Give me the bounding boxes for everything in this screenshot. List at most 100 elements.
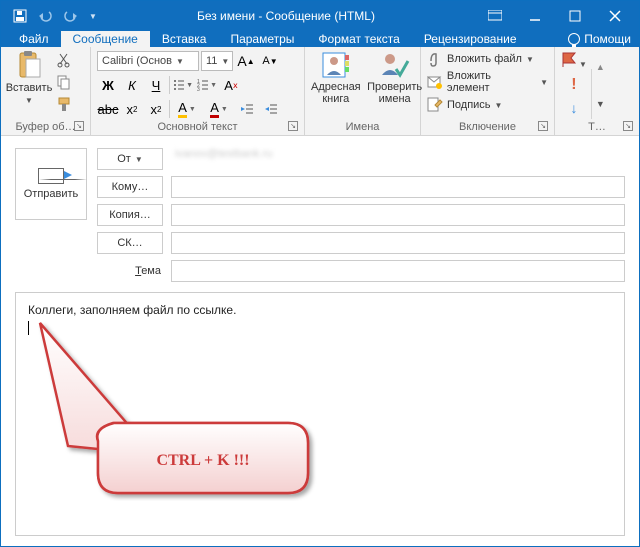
chevron-down-icon: ▼ — [186, 82, 193, 89]
redo-icon[interactable] — [63, 7, 81, 25]
importance-low-button[interactable]: ↓ — [570, 100, 577, 116]
tab-help[interactable]: Помощи — [556, 31, 639, 47]
signature-button[interactable]: Подпись▼ — [427, 97, 548, 113]
chevron-down-icon: ▼ — [221, 57, 229, 66]
chevron-down-icon: ▼ — [189, 106, 196, 113]
attach-item-label: Вложить элемент — [447, 70, 536, 94]
tags-launcher-icon[interactable]: ↘ — [623, 121, 633, 131]
include-group-label: Включение — [459, 121, 516, 133]
paste-label: Вставить — [6, 83, 53, 94]
attach-file-label: Вложить файл — [447, 53, 522, 65]
message-body[interactable]: Коллеги, заполняем файл по ссылке. CTRL … — [15, 292, 625, 536]
numbering-button[interactable]: 123▼ — [196, 75, 218, 95]
minimize-icon[interactable] — [515, 1, 555, 31]
bcc-input[interactable] — [171, 232, 625, 254]
follow-up-button[interactable]: ▼ — [561, 51, 587, 70]
to-input[interactable] — [171, 176, 625, 198]
font-color-button[interactable]: А▼ — [204, 99, 234, 119]
clipboard-group-label: Буфер об… — [15, 121, 75, 133]
tab-options[interactable]: Параметры — [218, 31, 306, 47]
ribbon-tabs: Файл Сообщение Вставка Параметры Формат … — [1, 31, 639, 47]
chevron-up-icon[interactable]: ▲ — [596, 62, 605, 72]
window-controls — [475, 1, 635, 31]
from-button[interactable]: От▼ — [97, 148, 163, 170]
tab-file[interactable]: Файл — [7, 31, 61, 47]
chevron-down-icon[interactable]: ▼ — [596, 99, 605, 109]
clear-formatting-button[interactable]: Aⅹ — [220, 75, 242, 95]
tab-review[interactable]: Рецензирование — [412, 31, 529, 47]
to-button[interactable]: Кому… — [97, 176, 163, 198]
names-group-label: Имена — [311, 119, 414, 133]
bold-button[interactable]: Ж — [97, 75, 119, 95]
clipboard-launcher-icon[interactable]: ↘ — [74, 121, 84, 131]
close-icon[interactable] — [595, 1, 635, 31]
tab-insert[interactable]: Вставка — [150, 31, 219, 47]
attach-file-button[interactable]: Вложить файл▼ — [427, 51, 548, 67]
paste-dropdown-icon: ▼ — [25, 96, 33, 105]
copy-icon[interactable] — [55, 73, 73, 91]
grow-font-button[interactable]: A▲ — [235, 51, 257, 71]
highlight-glyph: А — [178, 100, 187, 118]
paste-button[interactable]: Вставить ▼ — [7, 51, 51, 105]
font-name-select[interactable]: Calibri (Основ▼ — [97, 51, 199, 71]
help-label: Помощи — [584, 32, 631, 46]
italic-button[interactable]: К — [121, 75, 143, 95]
clipboard-icon — [15, 51, 43, 81]
strikethrough-button[interactable]: abc — [97, 99, 119, 119]
chevron-down-icon: ▼ — [210, 82, 217, 89]
app-window: ▼ Без имени - Сообщение (HTML) Файл Сооб… — [0, 0, 640, 547]
font-size-select[interactable]: 11 ▼ — [201, 51, 233, 71]
undo-icon[interactable] — [37, 7, 55, 25]
mail-headers: Отправить От▼ ivanov@testbank.ru Кому… К… — [15, 148, 625, 282]
font-color-glyph: А — [210, 100, 219, 118]
superscript-button[interactable]: x2 — [145, 99, 167, 119]
signature-label: Подпись — [447, 99, 491, 111]
attach-item-button[interactable]: Вложить элемент ▼ — [427, 70, 548, 94]
highlight-button[interactable]: А▼ — [172, 99, 202, 119]
qatools-dropdown-icon[interactable]: ▼ — [89, 12, 97, 21]
subscript-button[interactable]: x2 — [121, 99, 143, 119]
sub-mark: 2 — [133, 105, 137, 114]
bullets-button[interactable]: ▼ — [172, 75, 194, 95]
from-value: ivanov@testbank.ru — [171, 148, 625, 170]
chevron-down-icon: ▼ — [540, 78, 548, 87]
font-group-label: Основной текст — [158, 121, 238, 133]
tab-message[interactable]: Сообщение — [61, 31, 150, 47]
address-book-button[interactable]: Адресная книга — [311, 51, 361, 105]
paperclip-icon — [427, 51, 443, 67]
ribbon-display-icon[interactable] — [475, 1, 515, 31]
font-launcher-icon[interactable]: ↘ — [288, 121, 298, 131]
font-size-value: 11 — [206, 55, 217, 67]
decrease-indent-button[interactable] — [236, 99, 258, 119]
cc-input[interactable] — [171, 204, 625, 226]
save-icon[interactable] — [11, 7, 29, 25]
bcc-button[interactable]: СК… — [97, 232, 163, 254]
format-painter-icon[interactable] — [55, 95, 73, 113]
group-names: Адресная книга Проверить имена Имена — [305, 47, 421, 135]
tab-format[interactable]: Формат текста — [306, 31, 411, 47]
title-bar: ▼ Без имени - Сообщение (HTML) — [1, 1, 639, 31]
quick-access-toolbar: ▼ — [5, 7, 97, 25]
subject-input[interactable] — [171, 260, 625, 282]
chevron-down-icon: ▼ — [176, 57, 184, 66]
increase-indent-button[interactable] — [260, 99, 282, 119]
annotation-callout: CTRL + K !!! — [38, 321, 328, 501]
separator — [169, 76, 170, 94]
ribbon-body: Вставить ▼ Буфер об…↘ Calibri (Основ▼ 11… — [1, 47, 639, 136]
importance-high-button[interactable]: ! — [571, 76, 576, 94]
maximize-icon[interactable] — [555, 1, 595, 31]
group-tags: ▼ ! ↓ ▲ ▼ Т…↘ — [555, 47, 639, 135]
shrink-font-button[interactable]: A▼ — [259, 51, 281, 71]
cc-button[interactable]: Копия… — [97, 204, 163, 226]
group-clipboard: Вставить ▼ Буфер об…↘ — [1, 47, 91, 135]
group-font: Calibri (Основ▼ 11 ▼ A▲ A▼ Ж К Ч ▼ 123▼ A… — [91, 47, 305, 135]
cut-icon[interactable] — [55, 51, 73, 69]
check-names-button[interactable]: Проверить имена — [369, 51, 421, 105]
include-launcher-icon[interactable]: ↘ — [538, 121, 548, 131]
sup-mark: 2 — [157, 105, 161, 114]
underline-button[interactable]: Ч — [145, 75, 167, 95]
send-button[interactable]: Отправить — [15, 148, 87, 220]
attach-item-icon — [427, 74, 443, 90]
chevron-down-icon: ▼ — [221, 106, 228, 113]
address-book-icon — [321, 51, 351, 79]
